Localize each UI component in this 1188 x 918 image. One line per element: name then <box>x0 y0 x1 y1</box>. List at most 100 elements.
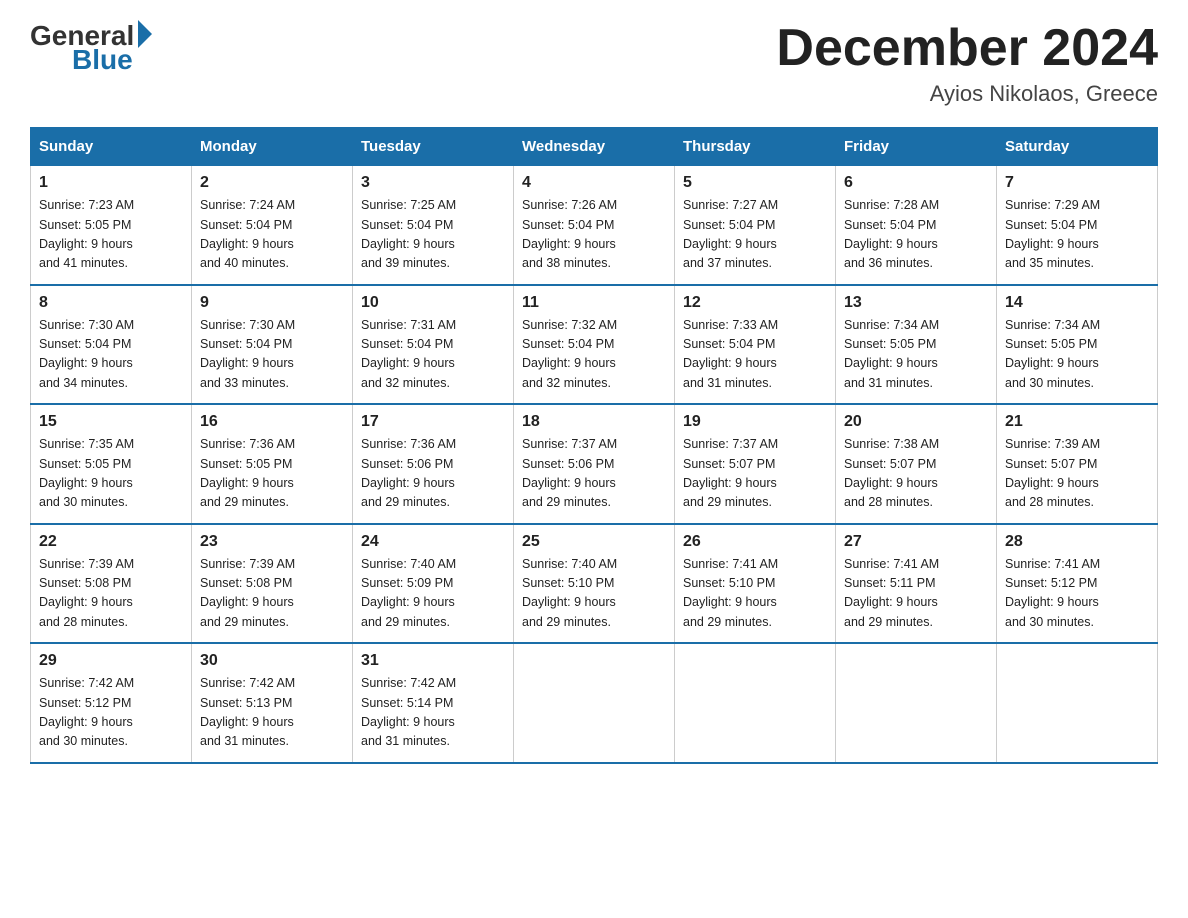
day-number: 22 <box>39 533 183 551</box>
table-row: 19 Sunrise: 7:37 AMSunset: 5:07 PMDayligh… <box>675 404 836 524</box>
table-row: 30 Sunrise: 7:42 AMSunset: 5:13 PMDayligh… <box>192 643 353 763</box>
day-number: 13 <box>844 294 988 312</box>
table-row: 1 Sunrise: 7:23 AMSunset: 5:05 PMDaylight… <box>31 166 192 285</box>
calendar-header-row: Sunday Monday Tuesday Wednesday Thursday… <box>31 128 1158 166</box>
day-number: 28 <box>1005 533 1149 551</box>
day-info: Sunrise: 7:33 AMSunset: 5:04 PMDaylight:… <box>683 316 827 394</box>
table-row: 23 Sunrise: 7:39 AMSunset: 5:08 PMDayligh… <box>192 524 353 644</box>
day-info: Sunrise: 7:37 AMSunset: 5:07 PMDaylight:… <box>683 435 827 513</box>
table-row: 11 Sunrise: 7:32 AMSunset: 5:04 PMDayligh… <box>514 285 675 405</box>
title-section: December 2024 Ayios Nikolaos, Greece <box>776 20 1158 107</box>
day-info: Sunrise: 7:27 AMSunset: 5:04 PMDaylight:… <box>683 196 827 274</box>
day-info: Sunrise: 7:29 AMSunset: 5:04 PMDaylight:… <box>1005 196 1149 274</box>
table-row: 21Sunrise: 7:39 AMSunset: 5:07 PMDayligh… <box>997 404 1158 524</box>
table-row: 6Sunrise: 7:28 AMSunset: 5:04 PMDaylight… <box>836 166 997 285</box>
table-row: 18 Sunrise: 7:37 AMSunset: 5:06 PMDayligh… <box>514 404 675 524</box>
day-number: 18 <box>522 413 666 431</box>
day-number: 7 <box>1005 174 1149 192</box>
table-row: 20Sunrise: 7:38 AMSunset: 5:07 PMDayligh… <box>836 404 997 524</box>
table-row: 27 Sunrise: 7:41 AMSunset: 5:11 PMDayligh… <box>836 524 997 644</box>
day-number: 26 <box>683 533 827 551</box>
day-info: Sunrise: 7:26 AMSunset: 5:04 PMDaylight:… <box>522 196 666 274</box>
day-number: 3 <box>361 174 505 192</box>
col-friday: Friday <box>836 128 997 166</box>
logo: General Blue <box>30 20 152 76</box>
day-number: 1 <box>39 174 183 192</box>
day-info: Sunrise: 7:30 AMSunset: 5:04 PMDaylight:… <box>39 316 183 394</box>
day-info: Sunrise: 7:31 AMSunset: 5:04 PMDaylight:… <box>361 316 505 394</box>
day-info: Sunrise: 7:37 AMSunset: 5:06 PMDaylight:… <box>522 435 666 513</box>
col-thursday: Thursday <box>675 128 836 166</box>
logo-blue-text: Blue <box>72 44 133 76</box>
day-number: 17 <box>361 413 505 431</box>
day-number: 9 <box>200 294 344 312</box>
day-info: Sunrise: 7:39 AMSunset: 5:08 PMDaylight:… <box>200 555 344 633</box>
day-number: 15 <box>39 413 183 431</box>
day-number: 6 <box>844 174 988 192</box>
day-info: Sunrise: 7:41 AMSunset: 5:11 PMDaylight:… <box>844 555 988 633</box>
day-info: Sunrise: 7:41 AMSunset: 5:12 PMDaylight:… <box>1005 555 1149 633</box>
table-row: 13 Sunrise: 7:34 AMSunset: 5:05 PMDayligh… <box>836 285 997 405</box>
table-row: 5 Sunrise: 7:27 AMSunset: 5:04 PMDaylight… <box>675 166 836 285</box>
table-row: 24Sunrise: 7:40 AMSunset: 5:09 PMDayligh… <box>353 524 514 644</box>
col-sunday: Sunday <box>31 128 192 166</box>
location-text: Ayios Nikolaos, Greece <box>776 81 1158 107</box>
day-info: Sunrise: 7:25 AMSunset: 5:04 PMDaylight:… <box>361 196 505 274</box>
day-number: 30 <box>200 652 344 670</box>
day-number: 23 <box>200 533 344 551</box>
calendar-table: Sunday Monday Tuesday Wednesday Thursday… <box>30 127 1158 764</box>
table-row <box>836 643 997 763</box>
calendar-week-row: 15 Sunrise: 7:35 AMSunset: 5:05 PMDayligh… <box>31 404 1158 524</box>
day-info: Sunrise: 7:23 AMSunset: 5:05 PMDaylight:… <box>39 196 183 274</box>
day-info: Sunrise: 7:24 AMSunset: 5:04 PMDaylight:… <box>200 196 344 274</box>
table-row: 9Sunrise: 7:30 AMSunset: 5:04 PMDaylight… <box>192 285 353 405</box>
table-row: 10 Sunrise: 7:31 AMSunset: 5:04 PMDayligh… <box>353 285 514 405</box>
day-info: Sunrise: 7:42 AMSunset: 5:13 PMDaylight:… <box>200 674 344 752</box>
table-row: 17 Sunrise: 7:36 AMSunset: 5:06 PMDayligh… <box>353 404 514 524</box>
logo-arrow-icon <box>138 20 152 48</box>
calendar-week-row: 22 Sunrise: 7:39 AMSunset: 5:08 PMDayligh… <box>31 524 1158 644</box>
day-number: 2 <box>200 174 344 192</box>
calendar-week-row: 8 Sunrise: 7:30 AMSunset: 5:04 PMDaylight… <box>31 285 1158 405</box>
col-monday: Monday <box>192 128 353 166</box>
day-info: Sunrise: 7:34 AMSunset: 5:05 PMDaylight:… <box>1005 316 1149 394</box>
table-row <box>514 643 675 763</box>
day-number: 25 <box>522 533 666 551</box>
table-row: 3 Sunrise: 7:25 AMSunset: 5:04 PMDaylight… <box>353 166 514 285</box>
table-row: 12 Sunrise: 7:33 AMSunset: 5:04 PMDayligh… <box>675 285 836 405</box>
day-number: 10 <box>361 294 505 312</box>
day-info: Sunrise: 7:36 AMSunset: 5:06 PMDaylight:… <box>361 435 505 513</box>
table-row: 16 Sunrise: 7:36 AMSunset: 5:05 PMDayligh… <box>192 404 353 524</box>
day-number: 29 <box>39 652 183 670</box>
day-number: 19 <box>683 413 827 431</box>
day-number: 4 <box>522 174 666 192</box>
day-number: 27 <box>844 533 988 551</box>
table-row: 7 Sunrise: 7:29 AMSunset: 5:04 PMDaylight… <box>997 166 1158 285</box>
day-number: 12 <box>683 294 827 312</box>
day-number: 16 <box>200 413 344 431</box>
day-info: Sunrise: 7:35 AMSunset: 5:05 PMDaylight:… <box>39 435 183 513</box>
day-info: Sunrise: 7:40 AMSunset: 5:10 PMDaylight:… <box>522 555 666 633</box>
day-info: Sunrise: 7:32 AMSunset: 5:04 PMDaylight:… <box>522 316 666 394</box>
table-row: 15 Sunrise: 7:35 AMSunset: 5:05 PMDayligh… <box>31 404 192 524</box>
table-row: 22Sunrise: 7:39 AMSunset: 5:08 PMDayligh… <box>31 524 192 644</box>
table-row: 29Sunrise: 7:42 AMSunset: 5:12 PMDayligh… <box>31 643 192 763</box>
day-number: 24 <box>361 533 505 551</box>
table-row: 25 Sunrise: 7:40 AMSunset: 5:10 PMDayligh… <box>514 524 675 644</box>
day-number: 11 <box>522 294 666 312</box>
day-info: Sunrise: 7:34 AMSunset: 5:05 PMDaylight:… <box>844 316 988 394</box>
table-row: 14 Sunrise: 7:34 AMSunset: 5:05 PMDayligh… <box>997 285 1158 405</box>
table-row: 31Sunrise: 7:42 AMSunset: 5:14 PMDayligh… <box>353 643 514 763</box>
day-number: 14 <box>1005 294 1149 312</box>
table-row: 28 Sunrise: 7:41 AMSunset: 5:12 PMDayligh… <box>997 524 1158 644</box>
table-row: 4 Sunrise: 7:26 AMSunset: 5:04 PMDaylight… <box>514 166 675 285</box>
day-number: 21 <box>1005 413 1149 431</box>
day-number: 5 <box>683 174 827 192</box>
day-info: Sunrise: 7:36 AMSunset: 5:05 PMDaylight:… <box>200 435 344 513</box>
table-row: 8 Sunrise: 7:30 AMSunset: 5:04 PMDaylight… <box>31 285 192 405</box>
day-number: 8 <box>39 294 183 312</box>
table-row <box>675 643 836 763</box>
col-tuesday: Tuesday <box>353 128 514 166</box>
day-info: Sunrise: 7:41 AMSunset: 5:10 PMDaylight:… <box>683 555 827 633</box>
day-number: 31 <box>361 652 505 670</box>
